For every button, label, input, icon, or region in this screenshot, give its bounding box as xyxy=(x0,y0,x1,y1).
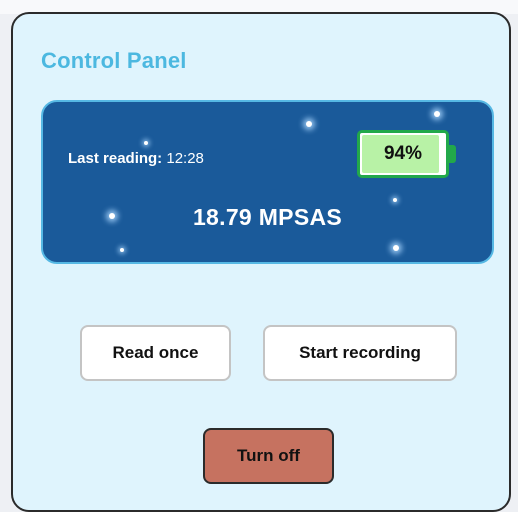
battery-terminal xyxy=(449,145,456,163)
sky-brightness-value: 18.79 MPSAS xyxy=(192,204,343,230)
star-decoration xyxy=(393,245,399,251)
start-recording-button[interactable]: Start recording xyxy=(263,325,457,381)
star-decoration xyxy=(306,121,312,127)
battery-indicator: 94% xyxy=(357,130,456,178)
star-decoration xyxy=(393,198,397,202)
panel-title: Control Panel xyxy=(41,48,187,73)
battery-percent: 94% xyxy=(383,143,423,164)
star-decoration xyxy=(144,141,148,145)
turn-off-button[interactable]: Turn off xyxy=(203,428,334,484)
control-panel: Control Panel Last reading: 12:28 94% 18… xyxy=(11,12,511,512)
star-decoration xyxy=(434,111,440,117)
reading-card: Last reading: 12:28 94% 18.79 MPSAS xyxy=(41,100,494,264)
star-decoration xyxy=(120,248,124,252)
last-reading-time: 12:28 xyxy=(166,150,204,167)
last-reading: Last reading: 12:28 xyxy=(68,150,204,167)
read-once-button[interactable]: Read once xyxy=(80,325,231,381)
last-reading-label: Last reading: xyxy=(68,150,163,167)
